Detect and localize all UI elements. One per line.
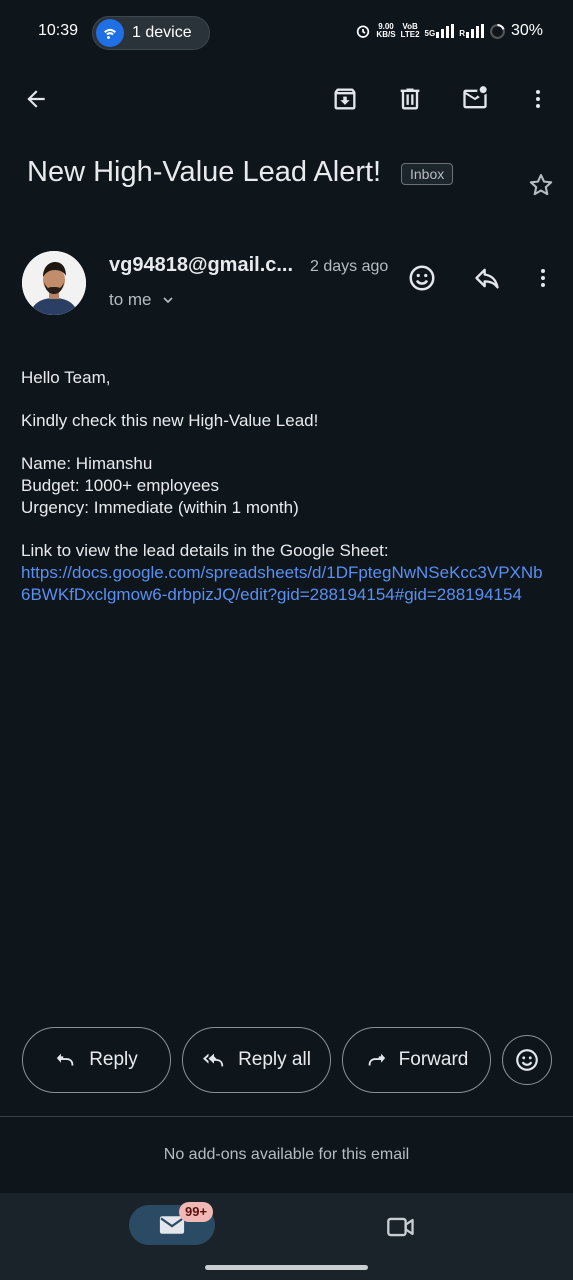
reply-label: Reply [89, 1049, 138, 1070]
addons-message: No add-ons available for this email [163, 1146, 410, 1163]
section-divider [0, 1116, 573, 1117]
status-time: 10:39 [38, 22, 79, 39]
body-line: Kindly check this new High-Value Lead! [21, 411, 319, 430]
body-greeting: Hello Team, [21, 368, 111, 387]
mark-unread-button[interactable] [455, 79, 495, 119]
back-button[interactable] [16, 79, 56, 119]
signal-5g-icon: 5G [425, 24, 455, 38]
recipient-label: to me [109, 290, 152, 309]
alarm-icon [357, 25, 370, 38]
inbox-label-chip[interactable]: Inbox [401, 163, 454, 185]
nav-meet-tab[interactable] [384, 1210, 418, 1244]
net-speed: 9.00 KB/S [376, 22, 396, 39]
mail-count-badge: 99+ [179, 1202, 214, 1222]
body-name: Name: Himanshu [21, 454, 153, 473]
chevron-down-icon [162, 297, 173, 304]
sender-avatar[interactable] [22, 251, 86, 315]
battery-ring-icon [490, 23, 505, 39]
body-urgency: Urgency: Immediate (within 1 month) [21, 498, 299, 517]
reply-all-icon [203, 1053, 224, 1067]
sender-address[interactable]: vg94818@gmail.c... [109, 254, 293, 277]
arrow-left-icon [27, 90, 45, 108]
email-time: 2 days ago [310, 258, 389, 275]
trash-icon [400, 88, 420, 110]
emoji-icon [516, 1049, 538, 1071]
email-body: Hello Team, Kindly check this new High-V… [21, 367, 551, 606]
battery-percent: 30% [510, 22, 543, 39]
archive-icon [334, 88, 356, 110]
recipient-toggle[interactable]: to me [109, 290, 176, 310]
message-more-button[interactable] [523, 258, 563, 298]
home-gesture-bar[interactable] [205, 1265, 368, 1270]
emoji-icon [409, 265, 435, 291]
signal-roaming-icon: R [459, 24, 484, 38]
more-vert-icon [541, 269, 545, 287]
mail-unread-icon [463, 86, 487, 109]
delete-button[interactable] [390, 79, 430, 119]
reply-icon [475, 268, 499, 289]
forward-button[interactable]: Forward [342, 1027, 491, 1093]
reply-icon-button[interactable] [467, 258, 507, 298]
email-subject: New High-Value Lead Alert! [27, 156, 382, 188]
reply-all-label: Reply all [238, 1049, 311, 1070]
archive-button[interactable] [325, 79, 365, 119]
star-outline-icon [529, 174, 553, 196]
person-photo-icon [22, 251, 86, 315]
forward-label: Forward [398, 1049, 469, 1070]
more-vert-icon [536, 90, 540, 108]
reply-all-button[interactable]: Reply all [182, 1027, 331, 1093]
forward-icon [368, 1053, 385, 1066]
more-options-button[interactable] [518, 79, 558, 119]
sheet-link[interactable]: https://docs.google.com/spreadsheets/d/1… [21, 562, 551, 606]
body-link-intro: Link to view the lead details in the Goo… [21, 541, 389, 560]
volte-indicator: VoB LTE2 [400, 22, 420, 39]
reply-button[interactable]: Reply [22, 1027, 171, 1093]
video-camera-icon [387, 1217, 414, 1237]
status-icons: 9.00 KB/S VoB LTE2 5G R 30% [355, 22, 543, 40]
star-button[interactable] [524, 168, 558, 202]
emoji-reaction-button[interactable] [502, 1035, 552, 1085]
device-count-label: 1 device [132, 24, 192, 41]
wifi-icon [96, 19, 124, 47]
connected-devices-pill[interactable]: 1 device [92, 16, 210, 50]
add-reaction-button[interactable] [402, 258, 442, 298]
reply-icon [57, 1053, 74, 1066]
body-budget: Budget: 1000+ employees [21, 476, 220, 495]
